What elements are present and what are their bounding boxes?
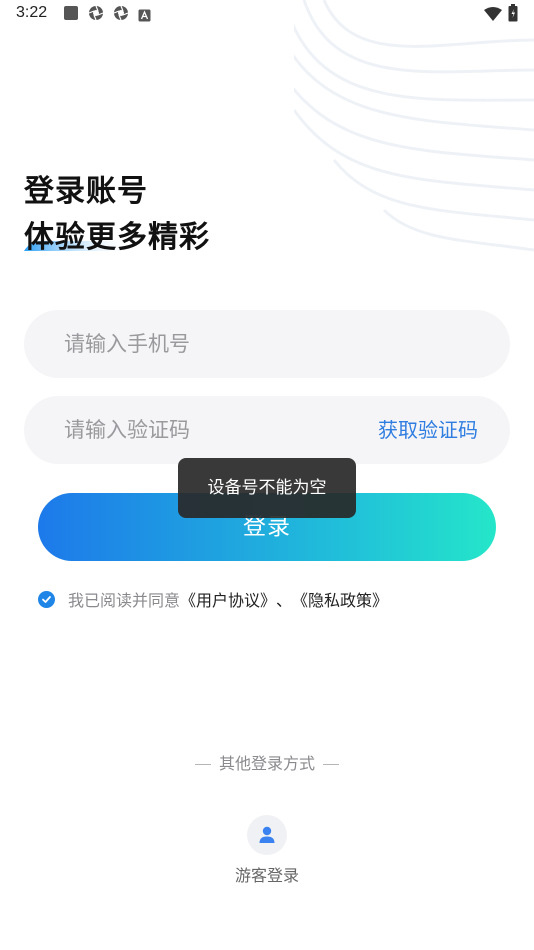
agreement-row: 我已阅读并同意 《用户协议》 、 《隐私政策》	[38, 588, 388, 610]
page-title: 登录账号	[24, 174, 148, 209]
verification-code-input[interactable]	[64, 396, 364, 464]
user-agreement-link[interactable]: 《用户协议》	[180, 587, 276, 611]
guest-login-label[interactable]: 游客登录	[0, 862, 534, 886]
wifi-icon	[484, 6, 502, 25]
checkmark-icon	[42, 595, 51, 603]
status-bar: 3:22	[0, 0, 534, 28]
other-login-divider: 其他登录方式	[0, 750, 534, 774]
agreement-checkbox[interactable]	[38, 590, 55, 608]
phone-input[interactable]	[64, 310, 484, 378]
status-time: 3:22	[16, 4, 48, 21]
divider-line-right	[323, 764, 339, 765]
other-login-title: 其他登录方式	[218, 754, 315, 773]
battery-icon	[508, 4, 518, 26]
privacy-policy-link[interactable]: 《隐私政策》	[292, 587, 388, 611]
page-subtitle: 体验更多精彩	[24, 220, 210, 255]
agreement-prefix: 我已阅读并同意	[68, 591, 181, 610]
a-box-icon	[138, 7, 151, 22]
square-notification-icon	[63, 5, 79, 21]
aperture-icon	[88, 5, 104, 21]
verification-code-field[interactable]: 获取验证码	[24, 396, 510, 464]
guest-login-icon-button[interactable]	[247, 815, 287, 855]
toast-message: 设备号不能为空	[178, 458, 356, 518]
divider-line-left	[194, 764, 211, 765]
person-icon	[259, 826, 275, 843]
decorative-arcs	[294, 0, 534, 252]
aperture-icon	[113, 5, 129, 21]
get-code-button[interactable]: 获取验证码	[378, 396, 478, 464]
phone-field[interactable]	[24, 310, 510, 378]
agreement-separator: 、	[276, 591, 293, 610]
